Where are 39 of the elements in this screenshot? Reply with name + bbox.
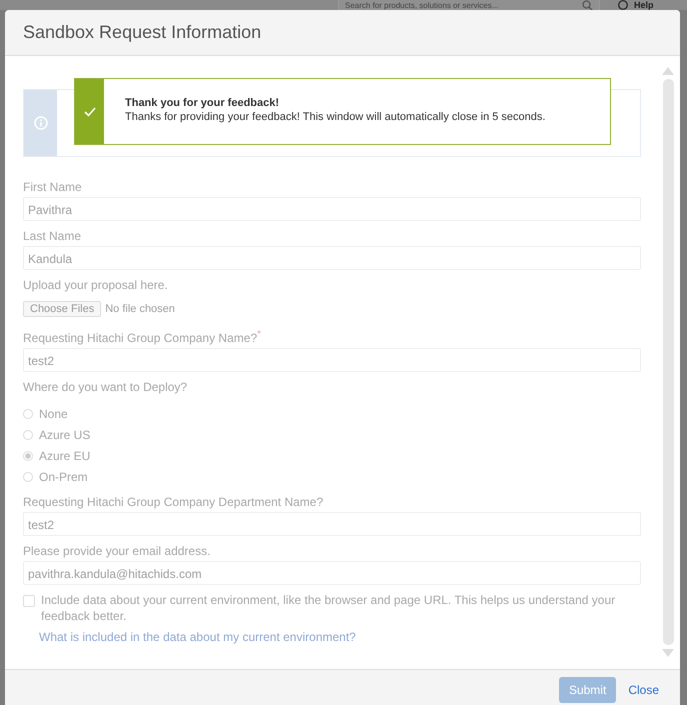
choose-files-button[interactable]: Choose Files (23, 301, 102, 317)
scroll-up-icon[interactable] (662, 67, 674, 75)
required-mark: * (257, 329, 262, 340)
checkbox[interactable] (23, 595, 35, 607)
field-label: Last Name (23, 229, 82, 243)
radio-label: Azure US (39, 428, 90, 442)
text-field[interactable]: Kandula (23, 246, 641, 270)
radio-label: On-Prem (39, 470, 88, 484)
radio-button[interactable] (23, 472, 33, 482)
help-link[interactable]: Help (634, 0, 654, 10)
dialog-title: Sandbox Request Information (23, 22, 262, 43)
toast-message: Thanks for providing your feedback! This window will automatically close in 5 seconds. (125, 111, 546, 123)
search-field[interactable]: Search for products, solutions or services... (338, 0, 600, 10)
search-placeholder: Search for products, solutions or services... (345, 0, 498, 10)
field-label: First Name (23, 180, 82, 194)
toast-title: Thank you for your feedback! (125, 97, 280, 109)
search-icon[interactable] (582, 0, 593, 10)
radio-label: Azure EU (39, 448, 90, 462)
field-label: Requesting Hitachi Group Company Name? (23, 331, 258, 345)
file-status: No file chosen (105, 303, 175, 315)
field-label: Where do you want to Deploy? (23, 380, 188, 394)
radio-button[interactable] (23, 450, 33, 460)
consent-text: Include data about your current environment, like the browser and page URL. This helps us understand your feedback better. (41, 592, 616, 624)
field-label: Upload your proposal here. (23, 278, 168, 292)
checkmark-icon (84, 106, 96, 116)
text-field[interactable]: pavithra.kandula@hitachids.com (23, 561, 641, 585)
scroll-down-icon[interactable] (662, 649, 674, 657)
close-link[interactable]: Close (628, 683, 659, 697)
info-icon (34, 116, 48, 130)
text-field[interactable]: test2 (23, 512, 641, 536)
submit-button[interactable]: Submit (558, 677, 616, 703)
text-field[interactable]: Pavithra (23, 197, 641, 221)
environment-data-link[interactable]: What is included in the data about my current environment? (39, 630, 641, 644)
field-label: Please provide your email address. (23, 544, 210, 558)
radio-button[interactable] (23, 430, 33, 440)
radio-button[interactable] (23, 408, 33, 418)
field-label: Requesting Hitachi Group Company Department Name? (23, 495, 324, 509)
text-field[interactable]: test2 (23, 348, 641, 372)
radio-label: None (39, 406, 68, 420)
